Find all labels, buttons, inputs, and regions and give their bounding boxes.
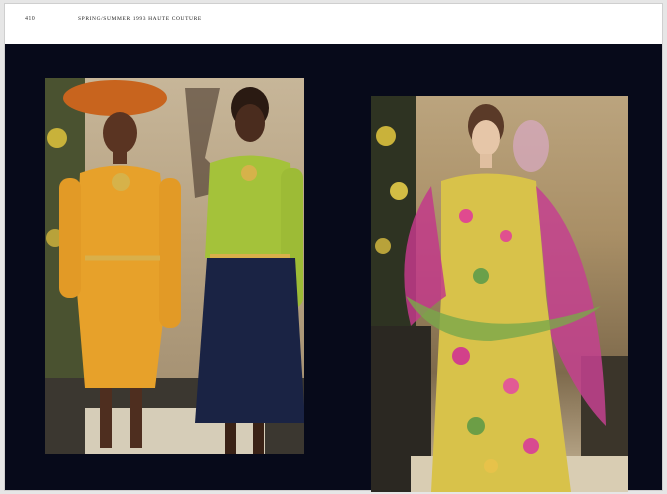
flower-cluster	[47, 128, 67, 148]
floral-gown-illustration	[371, 96, 628, 492]
book-spread: 410 SPRING/SUMMER 1993 HAUTE COUTURE	[0, 0, 667, 494]
orange-hat	[63, 80, 167, 116]
navy-skirt	[195, 258, 304, 423]
running-title: SPRING/SUMMER 1993 HAUTE COUTURE	[78, 16, 202, 22]
model-green-blouse	[195, 87, 304, 454]
leg	[253, 423, 264, 454]
two-models-illustration	[45, 78, 304, 454]
model-floral-gown	[404, 104, 606, 492]
face	[103, 112, 137, 154]
gold-necklace	[112, 173, 130, 191]
leg	[100, 388, 112, 448]
left-sleeve	[59, 178, 81, 298]
photo-floral-gown	[371, 96, 628, 492]
leg	[225, 423, 236, 454]
face	[235, 104, 265, 142]
background-model	[513, 120, 549, 172]
book-page: 410 SPRING/SUMMER 1993 HAUTE COUTURE	[4, 3, 663, 492]
yellow-dress	[75, 165, 170, 388]
gold-necklace	[241, 165, 257, 181]
face	[472, 120, 500, 156]
right-sleeve	[159, 178, 181, 328]
page-header: 410 SPRING/SUMMER 1993 HAUTE COUTURE	[5, 4, 662, 44]
page-number: 410	[25, 16, 36, 22]
photo-two-models	[45, 78, 304, 454]
leg	[130, 388, 142, 448]
